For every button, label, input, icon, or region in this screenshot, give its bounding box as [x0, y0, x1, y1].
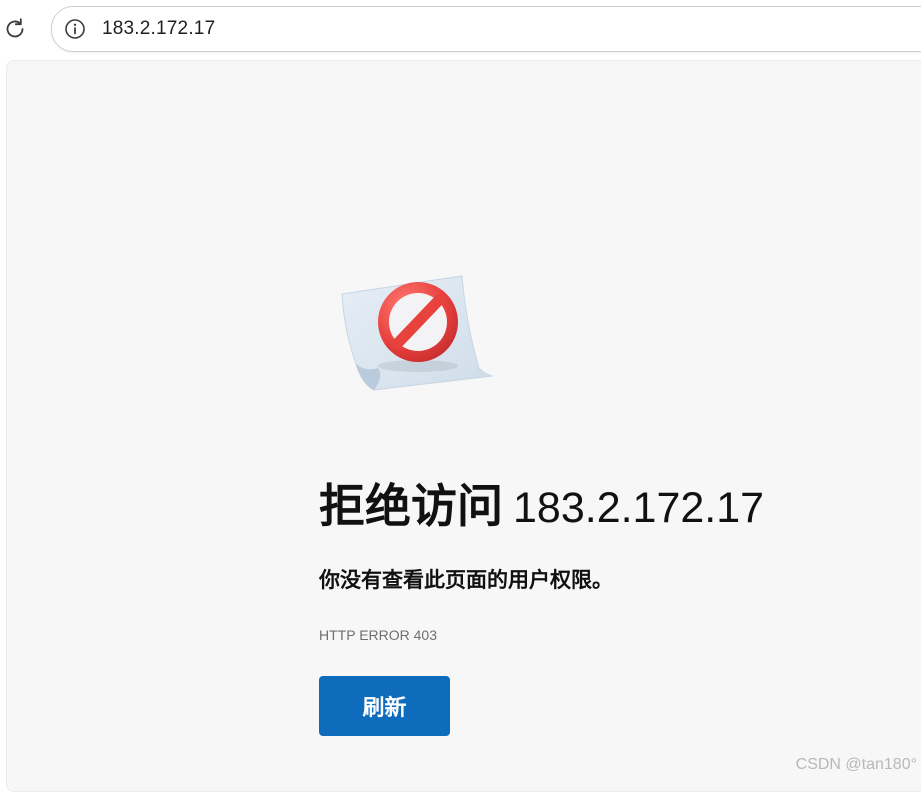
title-text: 拒绝访问 — [319, 479, 503, 533]
address-text[interactable]: 183.2.172.17 — [102, 18, 215, 40]
info-icon[interactable] — [64, 18, 86, 40]
reload-icon — [6, 18, 24, 38]
blocked-icon — [341, 275, 493, 391]
reload-button[interactable] — [0, 14, 30, 44]
page-content — [6, 60, 921, 792]
address-bar[interactable]: 183.2.172.17 — [51, 6, 921, 52]
error-message: 你没有查看此页面的用户权限。 — [319, 568, 613, 592]
error-code: HTTP ERROR 403 — [319, 627, 437, 643]
page-title: 拒绝访问 183.2.172.17 — [319, 470, 764, 536]
watermark: CSDN @tan180° — [795, 756, 917, 773]
browser-toolbar: 183.2.172.17 — [0, 0, 921, 58]
title-host: 183.2.172.17 — [513, 484, 765, 532]
refresh-button[interactable]: 刷新 — [319, 676, 450, 736]
